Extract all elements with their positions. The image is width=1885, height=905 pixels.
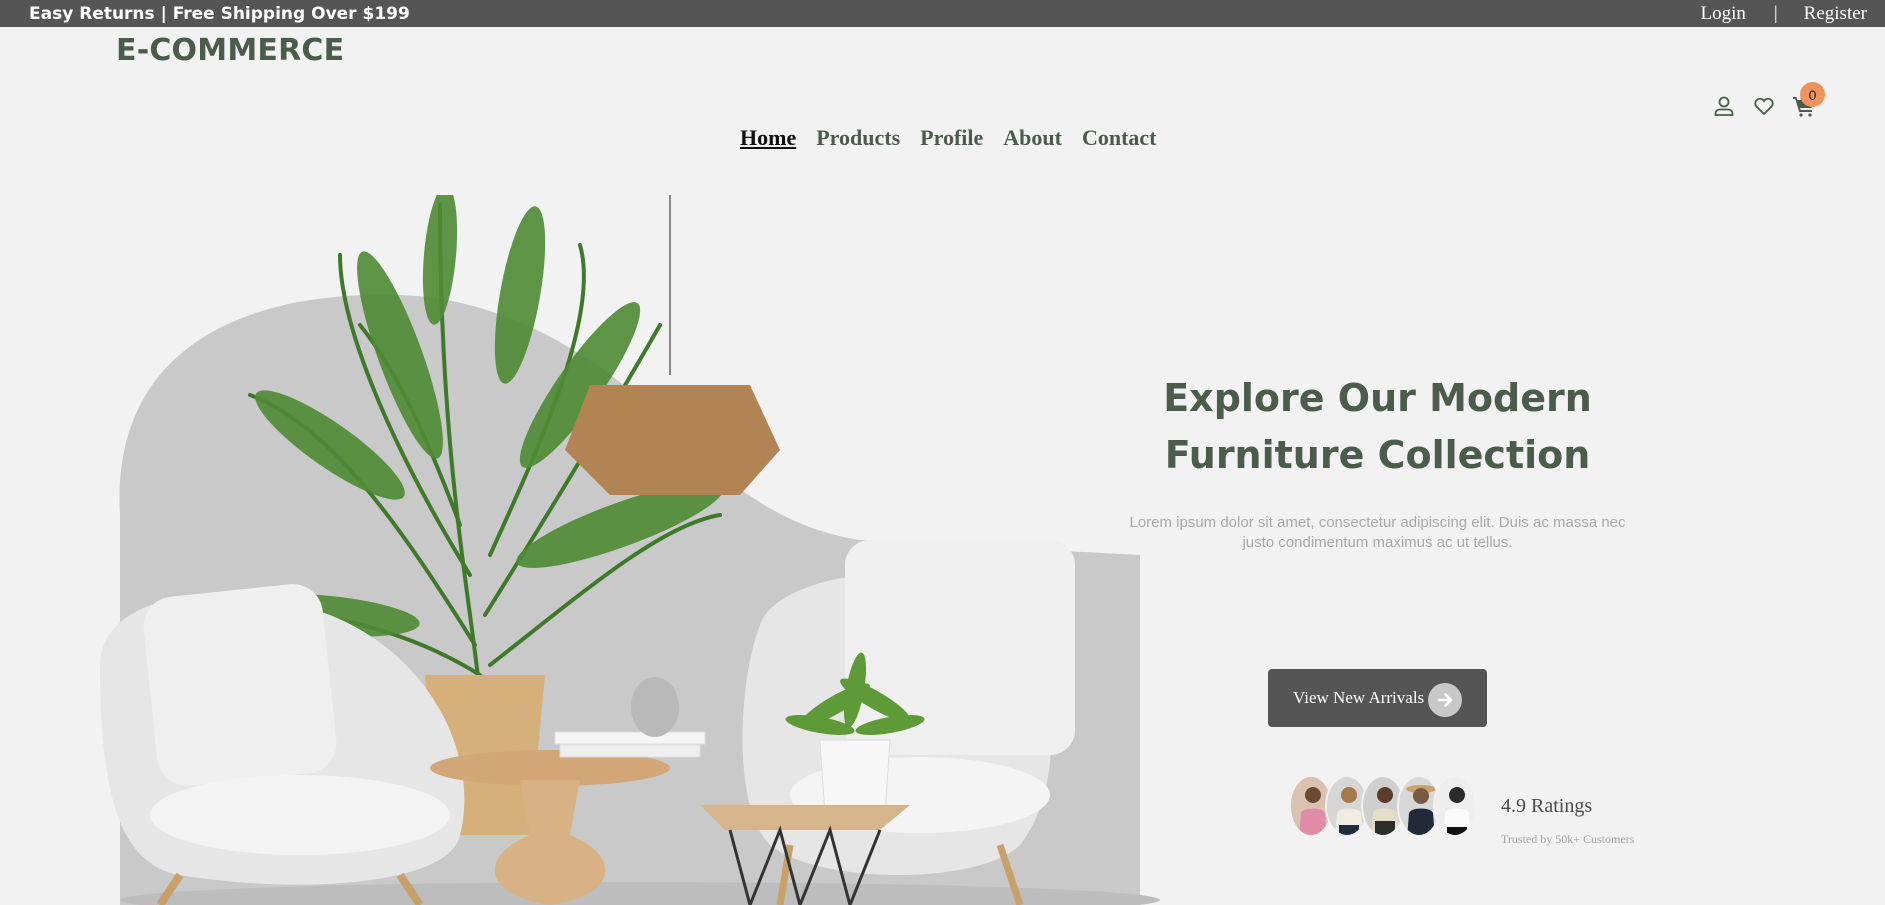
nav-item-contact[interactable]: Contact xyxy=(1082,125,1157,151)
rating-text: 4.9 Ratings xyxy=(1501,795,1593,817)
pendant-lamp xyxy=(565,385,780,495)
nav-item-about[interactable]: About xyxy=(1003,125,1062,151)
hero-title: Explore Our Modern Furniture Collection xyxy=(1100,370,1655,484)
arrow-right-icon xyxy=(1428,683,1462,717)
nav-item-products[interactable]: Products xyxy=(816,125,900,151)
site-logo[interactable]: E-COMMERCE xyxy=(116,33,344,68)
trusted-text: Trusted by 50k+ Customers xyxy=(1501,832,1635,846)
cta-label: View New Arrivals xyxy=(1293,688,1425,707)
cart-count-badge: 0 xyxy=(1800,82,1825,107)
login-link[interactable]: Login xyxy=(1700,3,1745,25)
nav-item-profile[interactable]: Profile xyxy=(920,125,983,151)
hero-title-line-1: Explore Our Modern xyxy=(1163,376,1592,420)
hero-title-line-2: Furniture Collection xyxy=(1164,433,1591,477)
promo-text: Easy Returns | Free Shipping Over $199 xyxy=(29,4,410,24)
nav-item-home[interactable]: Home xyxy=(740,125,796,151)
hero-subtitle: Lorem ipsum dolor sit amet, consectetur … xyxy=(1129,514,1626,551)
hero-furniture-image xyxy=(100,195,1160,905)
auth-links: Login | Register xyxy=(1700,3,1867,25)
user-icon[interactable] xyxy=(1712,94,1736,118)
register-link[interactable]: Register xyxy=(1804,3,1867,25)
heart-icon[interactable] xyxy=(1752,94,1776,118)
top-announcement-bar: Easy Returns | Free Shipping Over $199 L… xyxy=(0,0,1885,27)
view-new-arrivals-button[interactable]: View New Arrivals xyxy=(1268,669,1487,727)
avatar xyxy=(1433,775,1477,837)
customer-avatars xyxy=(1289,775,1477,837)
main-nav: Home Products Profile About Contact xyxy=(740,125,1157,151)
auth-separator: | xyxy=(1773,3,1778,24)
